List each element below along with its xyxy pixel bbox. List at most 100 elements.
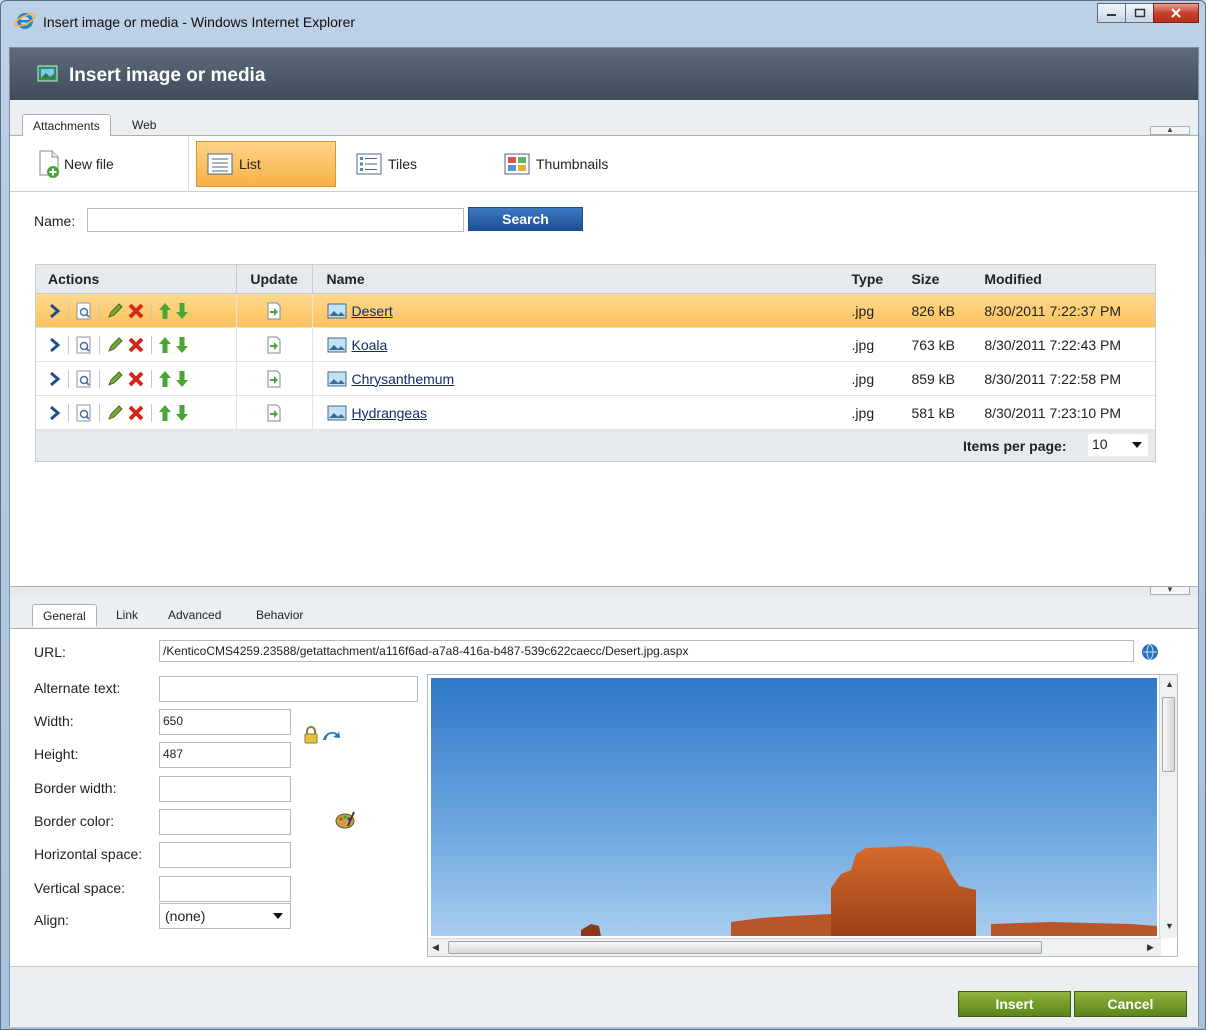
action-divider — [99, 369, 100, 388]
row-size: 859 kB — [911, 370, 956, 387]
view-icon[interactable] — [75, 404, 93, 422]
file-name-link[interactable]: Koala — [352, 337, 388, 353]
close-button[interactable] — [1153, 3, 1199, 23]
row-update — [235, 294, 312, 327]
scroll-left-icon[interactable]: ◀ — [432, 942, 439, 953]
new-file-label: New file — [64, 156, 114, 172]
table-row[interactable]: Chrysanthemum .jpg 859 kB 8/30/2011 7:22… — [36, 362, 1155, 396]
width-field[interactable]: 650 — [159, 709, 291, 735]
move-up-icon[interactable] — [158, 370, 172, 388]
vertical-scroll-thumb[interactable] — [1162, 697, 1175, 772]
move-down-icon[interactable] — [175, 404, 189, 422]
delete-icon[interactable] — [127, 302, 145, 320]
move-up-icon[interactable] — [158, 336, 172, 354]
edit-pencil-icon[interactable] — [106, 370, 124, 388]
move-up-icon[interactable] — [158, 302, 172, 320]
scroll-right-icon[interactable]: ▶ — [1147, 942, 1154, 953]
file-name-link[interactable]: Hydrangeas — [352, 405, 428, 421]
select-arrow-icon[interactable] — [48, 371, 62, 387]
horizontal-scroll-thumb[interactable] — [448, 941, 1042, 954]
url-field[interactable]: /KenticoCMS4259.23588/getattachment/a116… — [159, 640, 1134, 662]
window-title: Insert image or media - Windows Internet… — [43, 14, 356, 30]
tab-general[interactable]: General — [32, 604, 97, 627]
action-divider — [99, 335, 100, 354]
border-color-label: Border color: — [34, 813, 115, 829]
move-down-icon[interactable] — [175, 302, 189, 320]
edit-pencil-icon[interactable] — [106, 302, 124, 320]
row-actions — [36, 294, 236, 327]
delete-icon[interactable] — [127, 336, 145, 354]
view-icon[interactable] — [75, 302, 93, 320]
delete-icon[interactable] — [127, 404, 145, 422]
items-per-page-select[interactable]: 10 — [1088, 434, 1148, 456]
file-name-link[interactable]: Desert — [352, 303, 393, 319]
height-field[interactable]: 487 — [159, 742, 291, 768]
scroll-up-icon[interactable]: ▲ — [1165, 679, 1174, 689]
table-row[interactable]: Koala .jpg 763 kB 8/30/2011 7:22:43 PM — [36, 328, 1155, 362]
update-file-icon[interactable] — [266, 404, 282, 422]
cancel-button[interactable]: Cancel — [1074, 991, 1187, 1017]
edit-pencil-icon[interactable] — [106, 336, 124, 354]
tab-link[interactable]: Link — [106, 604, 148, 627]
col-size-header[interactable]: Size — [906, 265, 978, 293]
width-label: Width: — [34, 713, 74, 729]
border-width-field[interactable] — [159, 776, 291, 802]
tab-attachments[interactable]: Attachments — [22, 114, 111, 137]
refresh-globe-icon[interactable] — [1140, 642, 1160, 662]
col-name-header[interactable]: Name — [311, 265, 844, 293]
align-label: Align: — [34, 912, 70, 928]
reset-size-icon[interactable] — [321, 728, 341, 742]
table-row[interactable]: Desert .jpg 826 kB 8/30/2011 7:22:37 PM — [36, 294, 1155, 328]
update-file-icon[interactable] — [266, 370, 282, 388]
col-type-header[interactable]: Type — [844, 265, 907, 293]
update-file-icon[interactable] — [266, 302, 282, 320]
minimize-button[interactable] — [1097, 3, 1126, 23]
move-down-icon[interactable] — [175, 336, 189, 354]
view-icon[interactable] — [75, 336, 93, 354]
desert-photo — [431, 678, 1157, 936]
preview-vertical-scrollbar[interactable]: ▲ ▼ — [1159, 675, 1177, 938]
search-button[interactable]: Search — [468, 207, 583, 231]
caption-buttons — [1097, 3, 1199, 23]
tab-advanced[interactable]: Advanced — [158, 604, 231, 627]
delete-icon[interactable] — [127, 370, 145, 388]
alt-text-field[interactable] — [159, 676, 418, 702]
maximize-button[interactable] — [1125, 3, 1154, 23]
select-arrow-icon[interactable] — [48, 337, 62, 353]
view-icon[interactable] — [75, 370, 93, 388]
list-view-button[interactable]: List — [196, 141, 336, 187]
horizontal-space-field[interactable] — [159, 842, 291, 868]
select-arrow-icon[interactable] — [48, 303, 62, 319]
edit-pencil-icon[interactable] — [106, 404, 124, 422]
tiles-view-button[interactable]: Tiles — [346, 141, 427, 187]
action-divider — [99, 403, 100, 422]
table-row[interactable]: Hydrangeas .jpg 581 kB 8/30/2011 7:23:10… — [36, 396, 1155, 430]
lock-ratio-icon[interactable] — [303, 726, 319, 744]
file-name-link[interactable]: Chrysanthemum — [352, 371, 455, 387]
thumbnails-view-button[interactable]: Thumbnails — [494, 141, 618, 187]
scroll-down-icon[interactable]: ▼ — [1165, 921, 1174, 931]
col-modified-header[interactable]: Modified — [978, 265, 1155, 293]
insert-button[interactable]: Insert — [958, 991, 1071, 1017]
select-arrow-icon[interactable] — [48, 405, 62, 421]
view-toolbar: New file List Tiles Thumbnails — [10, 136, 1198, 192]
color-picker-icon[interactable] — [334, 810, 356, 830]
action-divider — [151, 301, 152, 320]
update-file-icon[interactable] — [266, 336, 282, 354]
collapse-down-handle[interactable]: ▼ — [1150, 586, 1190, 595]
preview-horizontal-scrollbar[interactable]: ◀ ▶ — [428, 938, 1161, 956]
align-select[interactable]: (none) — [159, 903, 291, 929]
panel-splitter[interactable]: ▼ — [10, 586, 1198, 597]
border-color-field[interactable] — [159, 809, 291, 835]
row-actions — [36, 396, 236, 429]
new-file-button[interactable]: New file — [36, 149, 114, 179]
move-down-icon[interactable] — [175, 370, 189, 388]
vertical-space-field[interactable] — [159, 876, 291, 902]
row-modified: 8/30/2011 7:23:10 PM — [984, 404, 1122, 421]
image-preview-pane: ▲ ▼ ◀ ▶ — [427, 674, 1178, 957]
name-filter-input[interactable] — [87, 208, 464, 232]
tab-behavior[interactable]: Behavior — [246, 604, 313, 627]
tab-web[interactable]: Web — [122, 114, 166, 137]
move-up-icon[interactable] — [158, 404, 172, 422]
collapse-up-handle[interactable]: ▲ — [1150, 126, 1190, 135]
